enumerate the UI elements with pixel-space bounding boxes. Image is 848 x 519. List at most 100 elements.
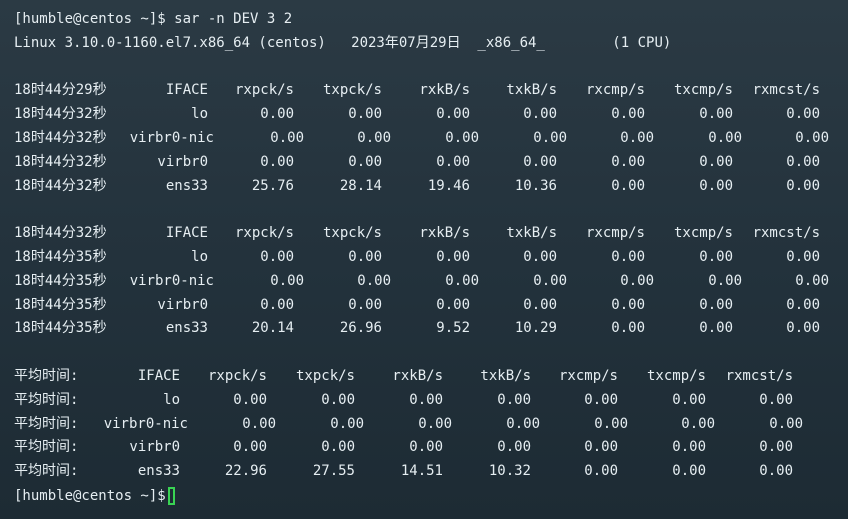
iface-cell: ens33 [165,320,208,337]
value-cell: 0.00 [321,391,355,408]
terminal-window[interactable]: [humble@centos ~]$ sar -n DEV 3 2 Linux … [0,0,848,519]
value-cell: 22.96 [224,463,267,480]
value-cell: 0.00 [584,463,618,480]
value-cell: 0.00 [357,129,391,146]
system-info-line: Linux 3.10.0-1160.el7.x86_64 (centos) 20… [14,34,672,51]
value-cell: 0.00 [786,320,820,337]
value-cell: txkB/s [480,367,531,384]
value-cell: txcmp/s [673,82,733,99]
value-cell: 0.00 [436,296,470,313]
value-cell: 0.00 [533,129,567,146]
time-cell: 平均时间: [14,415,79,432]
value-cell: rxcmp/s [585,225,645,242]
value-cell: 0.00 [786,296,820,313]
value-cell: 0.00 [506,415,540,432]
iface-cell: IFACE [165,225,208,242]
table-row: 平均时间: virbr0 0.00 0.00 0.00 0.00 0.00 0.00 0.00 [14,436,848,460]
value-cell: rxpck/s [207,367,267,384]
value-cell: 0.00 [523,248,557,265]
value-cell: 0.00 [436,248,470,265]
value-cell: 0.00 [699,296,733,313]
value-cell: 0.00 [594,415,628,432]
value-cell: 0.00 [672,463,706,480]
value-cell: rxcmp/s [585,82,645,99]
value-cell: 0.00 [708,129,742,146]
value-cell: 0.00 [611,248,645,265]
time-cell: 18时44分32秒 [14,129,107,146]
table-row: 18时44分32秒 virbr0-nic 0.00 0.00 0.00 0.00 0.00 0… [14,127,848,151]
command-line: [humble@centos ~]$ sar -n DEV 3 2 [14,11,293,27]
value-cell: 0.00 [523,296,557,313]
table-row: 平均时间: virbr0-nic 0.00 0.00 0.00 0.00 0.00 0.00 0… [14,413,848,437]
value-cell: 19.46 [427,177,470,194]
table-header-row: 18时44分29秒 IFACE rxpck/s txpck/s rxkB/s txkB/s… [14,79,848,103]
value-cell: 0.00 [418,415,452,432]
value-cell: 0.00 [497,439,531,456]
value-cell: 0.00 [523,106,557,123]
iface-cell: virbr0-nic [103,415,188,432]
value-cell: 0.00 [699,320,733,337]
value-cell: 0.00 [611,177,645,194]
time-cell: 18时44分35秒 [14,296,107,313]
value-cell: rxmcst/s [752,82,820,99]
iface-cell: virbr0-nic [129,129,214,146]
value-cell: 0.00 [769,415,803,432]
value-cell: 0.00 [681,415,715,432]
time-cell: 18时44分32秒 [14,153,107,170]
value-cell: 0.00 [759,463,793,480]
value-cell: 0.00 [260,106,294,123]
value-cell: 0.00 [409,391,443,408]
value-cell: 0.00 [611,320,645,337]
value-cell: 0.00 [348,153,382,170]
table-row: 18时44分35秒 ens33 20.14 26.96 9.52 10.29 0.00 0.0… [14,317,848,341]
value-cell: 0.00 [260,248,294,265]
value-cell: 0.00 [786,106,820,123]
table-row: 18时44分35秒 lo 0.00 0.00 0.00 0.00 0.00 0.00 0.00 [14,246,848,270]
stats-block-first: 18时44分29秒 IFACE rxpck/s txpck/s rxkB/s txkB/s… [14,79,848,198]
value-cell: 10.32 [488,463,531,480]
value-cell: 0.00 [497,391,531,408]
table-header-row: 18时44分32秒 IFACE rxpck/s txpck/s rxkB/s txkB/s… [14,222,848,246]
value-cell: 0.00 [620,129,654,146]
value-cell: 0.00 [786,248,820,265]
value-cell: 0.00 [330,415,364,432]
time-cell: 18时44分35秒 [14,272,107,289]
value-cell: rxpck/s [234,225,294,242]
time-cell: 平均时间: [14,463,79,480]
value-cell: 0.00 [348,106,382,123]
time-cell: 18时44分29秒 [14,82,107,99]
value-cell: txpck/s [322,225,382,242]
value-cell: 25.76 [251,177,294,194]
stats-block-second: 18时44分32秒 IFACE rxpck/s txpck/s rxkB/s txkB/s… [14,222,848,341]
value-cell: 0.00 [445,272,479,289]
iface-cell: IFACE [165,82,208,99]
value-cell: 0.00 [699,106,733,123]
value-cell: 14.51 [400,463,443,480]
value-cell: 0.00 [795,272,829,289]
iface-cell: virbr0 [157,296,208,313]
table-row: 18时44分32秒 ens33 25.76 28.14 19.46 10.36 0.00 0.… [14,175,848,199]
value-cell: 26.96 [339,320,382,337]
value-cell: rxmcst/s [725,367,793,384]
table-row: 平均时间: ens33 22.96 27.55 14.51 10.32 0.00 0.00 0.… [14,460,848,484]
value-cell: 0.00 [699,153,733,170]
iface-cell: lo [191,248,208,265]
value-cell: 0.00 [584,391,618,408]
iface-cell: ens33 [165,177,208,194]
value-cell: 0.00 [699,248,733,265]
table-header-row: 平均时间: IFACE rxpck/s txpck/s rxkB/s txkB/s rxcm… [14,365,848,389]
value-cell: 0.00 [348,248,382,265]
value-cell: 0.00 [260,153,294,170]
value-cell: 0.00 [672,391,706,408]
value-cell: 27.55 [312,463,355,480]
final-prompt-line[interactable]: [humble@centos ~]$ [14,484,848,508]
value-cell: 0.00 [786,153,820,170]
value-cell: 28.14 [339,177,382,194]
value-cell: 0.00 [611,106,645,123]
table-row: 18时44分32秒 virbr0 0.00 0.00 0.00 0.00 0.00 0.00 0… [14,151,848,175]
value-cell: 0.00 [348,296,382,313]
value-cell: rxcmp/s [558,367,618,384]
